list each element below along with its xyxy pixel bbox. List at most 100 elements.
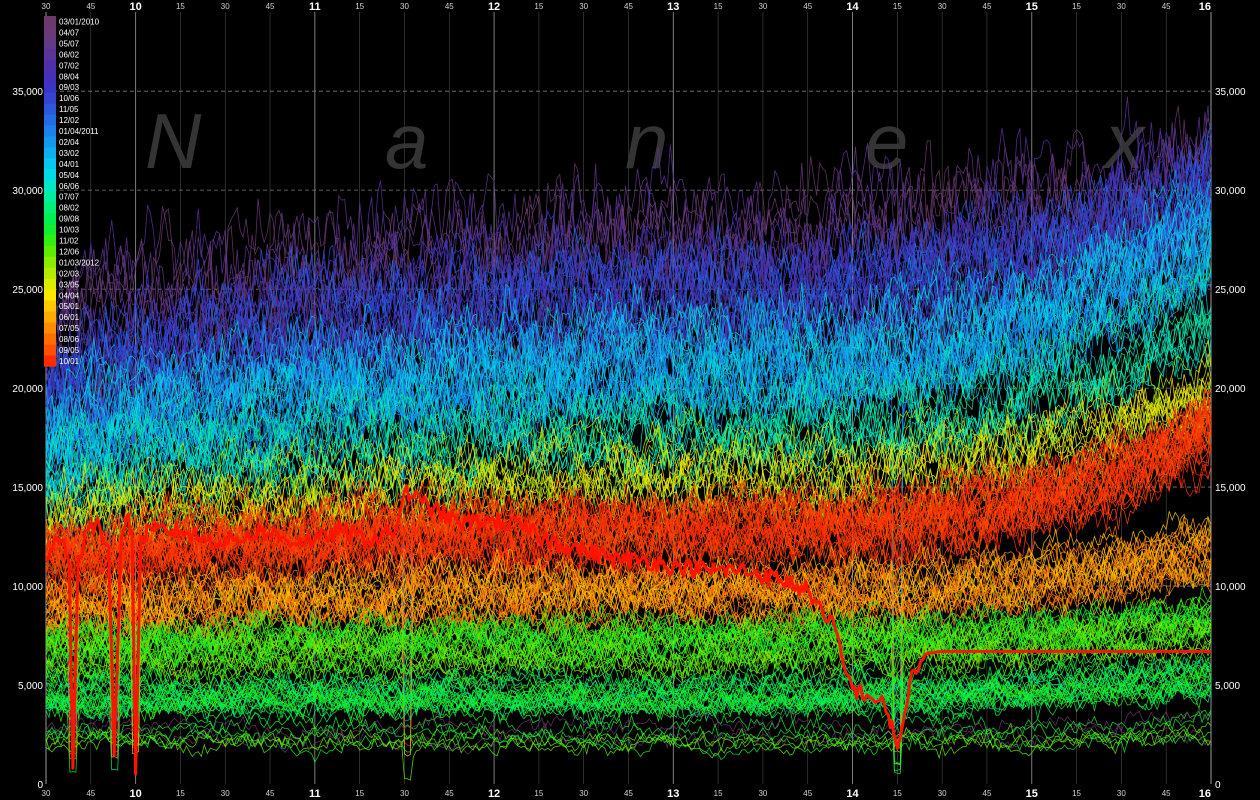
legend-swatch xyxy=(44,169,56,181)
legend-label: 05/07 xyxy=(59,39,80,48)
legend-swatch xyxy=(44,37,56,50)
y-tick-label-right: 10,000 xyxy=(1215,582,1246,593)
legend-swatch xyxy=(44,48,56,61)
x-tick-label-minute-bottom: 30 xyxy=(221,789,230,798)
y-tick-label-left: 25,000 xyxy=(12,285,43,296)
legend-swatch xyxy=(44,114,56,126)
legend-label: 01/03/2012 xyxy=(59,258,100,267)
legend-label: 04/07 xyxy=(59,28,80,37)
legend-label: 12/06 xyxy=(59,247,80,256)
x-tick-label-minute-bottom: 45 xyxy=(983,789,992,798)
x-tick-label-minute-bottom: 45 xyxy=(266,789,275,798)
watermark-letter: n xyxy=(625,97,668,185)
x-tick-label-minute-bottom: 45 xyxy=(86,789,95,798)
legend-label: 11/02 xyxy=(59,237,79,246)
x-tick-label-minute-bottom: 30 xyxy=(1117,789,1126,798)
x-tick-label-minute-top: 45 xyxy=(803,2,812,11)
x-tick-label-minute-top: 15 xyxy=(1072,2,1081,11)
legend-label: 06/01 xyxy=(59,313,80,322)
x-tick-label-minute-bottom: 30 xyxy=(938,789,947,798)
legend-label: 10/06 xyxy=(59,94,80,103)
watermark-letter: N xyxy=(145,97,202,185)
legend-swatch xyxy=(44,278,56,291)
x-tick-label-minute-top: 30 xyxy=(1117,2,1126,11)
legend-swatch xyxy=(44,81,56,93)
x-tick-label-minute-top: 45 xyxy=(266,2,275,11)
y-tick-label-left: 5,000 xyxy=(18,681,43,692)
x-tick-label-hour-bottom: 15 xyxy=(1026,788,1038,800)
y-tick-label-left: 10,000 xyxy=(12,582,43,593)
y-tick-label-left: 35,000 xyxy=(12,87,43,98)
x-tick-label-minute-top: 15 xyxy=(534,2,543,11)
x-tick-label-minute-top: 30 xyxy=(758,2,767,11)
legend-label: 10/01 xyxy=(59,357,80,366)
legend-swatch xyxy=(44,311,56,323)
legend-swatch xyxy=(44,180,56,192)
x-tick-label-minute-bottom: 15 xyxy=(893,789,902,798)
x-tick-label-hour-top: 16 xyxy=(1199,1,1211,13)
legend-label: 09/03 xyxy=(59,83,80,92)
legend-label: 11/05 xyxy=(59,105,79,114)
legend-label: 06/06 xyxy=(59,182,80,191)
x-tick-label-hour-bottom: 10 xyxy=(129,788,141,800)
x-tick-label-minute-bottom: 30 xyxy=(42,789,51,798)
x-tick-label-minute-top: 30 xyxy=(938,2,947,11)
legend-label: 05/04 xyxy=(59,171,80,180)
x-tick-label-minute-top: 15 xyxy=(176,2,185,11)
legend-swatch xyxy=(44,256,56,269)
x-tick-label-hour-top: 14 xyxy=(846,1,859,13)
x-tick-label-minute-top: 30 xyxy=(221,2,230,11)
x-tick-label-hour-bottom: 16 xyxy=(1199,788,1211,800)
y-tick-label-left: 30,000 xyxy=(12,186,43,197)
x-tick-label-minute-bottom: 30 xyxy=(758,789,767,798)
legend-swatch xyxy=(44,191,56,203)
x-tick-label-hour-bottom: 12 xyxy=(488,788,500,800)
x-tick-label-minute-top: 30 xyxy=(579,2,588,11)
y-tick-label-right: 35,000 xyxy=(1215,87,1246,98)
legend-swatch xyxy=(44,16,56,28)
x-tick-label-minute-top: 15 xyxy=(355,2,364,11)
x-tick-label-minute-top: 15 xyxy=(893,2,902,11)
x-tick-label-minute-top: 45 xyxy=(445,2,454,11)
legend-label: 02/03 xyxy=(59,269,80,278)
y-tick-label-right: 5,000 xyxy=(1215,681,1240,692)
legend-label: 08/06 xyxy=(59,335,80,344)
x-tick-label-hour-top: 12 xyxy=(488,1,500,13)
line-chart: Nanex 05,00010,00015,00020,00025,00030,0… xyxy=(0,0,1260,800)
legend-label: 03/02 xyxy=(59,149,80,158)
legend-swatch xyxy=(44,322,56,334)
watermark-letter: e xyxy=(865,97,908,185)
x-tick-label-minute-top: 45 xyxy=(624,2,633,11)
legend-swatch xyxy=(44,147,56,159)
legend-label: 08/02 xyxy=(59,204,80,213)
x-tick-label-minute-top: 45 xyxy=(86,2,95,11)
legend-label: 03/05 xyxy=(59,280,80,289)
y-tick-label-left: 20,000 xyxy=(12,384,43,395)
x-tick-label-minute-bottom: 45 xyxy=(1162,789,1171,798)
legend-swatch xyxy=(44,213,56,225)
x-tick-label-minute-bottom: 15 xyxy=(714,789,723,798)
x-tick-label-hour-top: 15 xyxy=(1026,1,1038,13)
legend-swatch xyxy=(44,289,56,301)
x-tick-label-minute-bottom: 30 xyxy=(400,789,409,798)
y-tick-label-left: 15,000 xyxy=(12,483,43,494)
legend-label: 07/02 xyxy=(59,61,80,70)
legend-swatch xyxy=(44,300,56,312)
x-tick-label-hour-top: 13 xyxy=(667,1,679,13)
x-tick-label-minute-bottom: 15 xyxy=(534,789,543,798)
legend-swatch xyxy=(44,333,56,345)
legend-label: 12/02 xyxy=(59,116,80,125)
x-tick-label-minute-bottom: 15 xyxy=(355,789,364,798)
x-tick-label-minute-bottom: 15 xyxy=(176,789,185,798)
legend-label: 06/02 xyxy=(59,50,80,59)
legend-label: 07/05 xyxy=(59,324,80,333)
x-tick-label-hour-bottom: 13 xyxy=(667,788,679,800)
legend-swatch xyxy=(44,344,56,356)
legend-label: 07/07 xyxy=(59,193,80,202)
legend-swatch xyxy=(44,26,56,39)
legend-label: 04/01 xyxy=(59,160,80,169)
x-tick-label-minute-top: 45 xyxy=(1162,2,1171,11)
legend-swatch xyxy=(44,267,56,280)
x-tick-label-hour-bottom: 11 xyxy=(309,788,321,800)
legend-swatch xyxy=(44,70,56,82)
